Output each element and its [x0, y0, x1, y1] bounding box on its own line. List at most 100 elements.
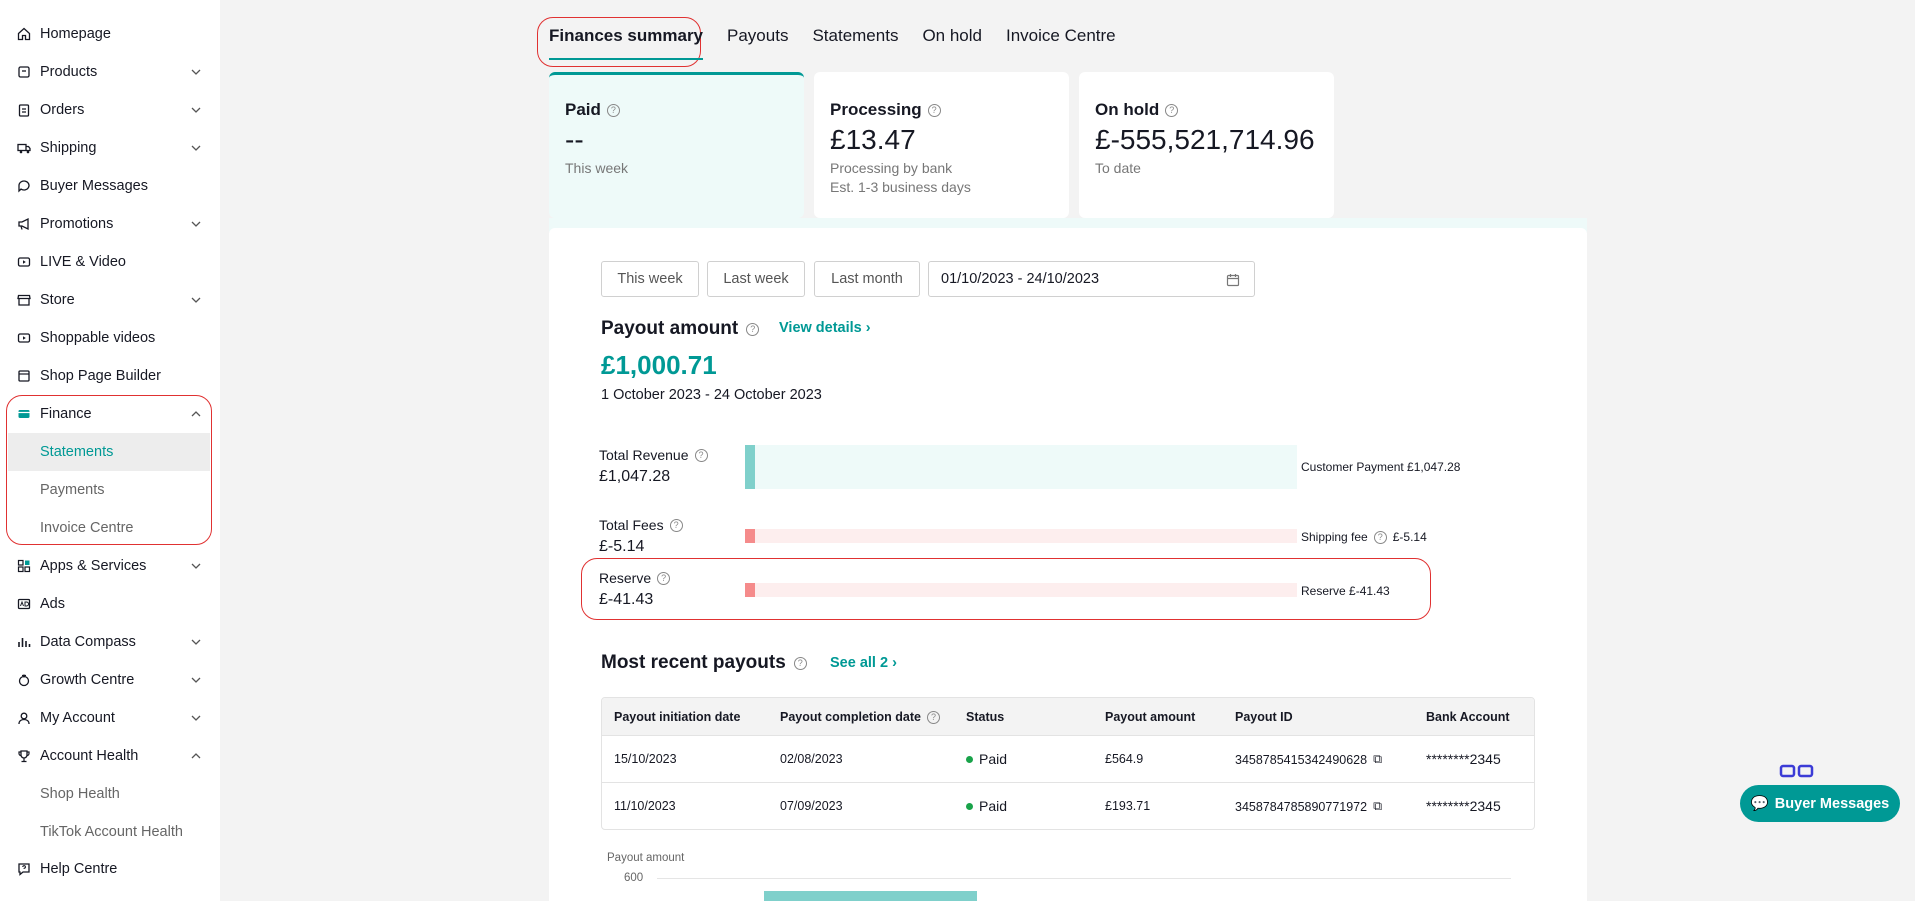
on-hold-value: £-555,521,714.96	[1095, 124, 1315, 155]
revenue-bar	[745, 445, 755, 489]
sidebar-item-apps-services[interactable]: Apps & Services	[0, 547, 220, 585]
megaphone-icon	[17, 217, 31, 231]
row-payout-id: 3458784785890771972	[1235, 799, 1368, 814]
info-icon[interactable]: ?	[746, 322, 760, 336]
chart-gridline	[657, 878, 1511, 879]
ads-icon	[17, 597, 31, 611]
chevron-up-icon	[191, 753, 201, 759]
sidebar-item-buyer-messages[interactable]: Buyer Messages	[0, 167, 220, 205]
tab-finances-summary[interactable]: Finances summary	[549, 26, 704, 60]
paid-title: Paid	[565, 100, 601, 119]
sidebar-item-data-compass[interactable]: Data Compass	[0, 623, 220, 661]
grid-icon[interactable]	[1779, 764, 1815, 786]
fees-bar-track	[745, 529, 1297, 543]
status-badge: Paid	[979, 751, 1008, 767]
help-icon	[17, 862, 31, 876]
total-revenue-value: £1,047.28	[599, 468, 671, 485]
row-amount: £193.71	[1105, 799, 1151, 813]
row-completion-date: 07/09/2023	[780, 799, 843, 813]
chat-icon	[17, 179, 31, 193]
row-payout-id: 3458785415342490628	[1235, 752, 1368, 767]
sidebar-item-growth-centre[interactable]: Growth Centre	[0, 661, 220, 699]
col-bank-account: Bank Account	[1426, 710, 1510, 724]
chevron-right-icon: ›	[892, 655, 897, 671]
date-range-picker[interactable]: 01/10/2023 - 24/10/2023	[928, 261, 1255, 297]
payout-title: Payout amount	[601, 318, 739, 339]
copy-icon[interactable]: ⧉	[1373, 799, 1382, 814]
sidebar-item-live-video[interactable]: LIVE & Video	[0, 243, 220, 281]
info-icon[interactable]: ?	[694, 448, 708, 462]
shipping-fee-label: Shipping fee	[1301, 530, 1368, 544]
video-icon	[17, 331, 31, 345]
tab-invoice-centre[interactable]: Invoice Centre	[1006, 26, 1116, 52]
sidebar-item-account-health[interactable]: Account Health	[0, 737, 220, 775]
sidebar-item-homepage[interactable]: Homepage	[0, 15, 220, 53]
copy-icon[interactable]: ⧉	[1373, 752, 1382, 767]
processing-title: Processing	[830, 100, 922, 119]
chevron-down-icon	[191, 221, 201, 227]
last-month-button[interactable]: Last month	[814, 261, 920, 297]
sidebar-item-store[interactable]: Store	[0, 281, 220, 319]
on-hold-title: On hold	[1095, 100, 1160, 119]
shipping-fee-value: £-5.14	[1392, 530, 1427, 544]
reserve-highlight	[581, 558, 1431, 620]
video-icon	[17, 255, 31, 269]
col-initiation-date: Payout initiation date	[614, 710, 741, 724]
info-icon[interactable]: ?	[927, 103, 941, 117]
page-icon	[17, 369, 31, 383]
sidebar-item-shipping[interactable]: Shipping	[0, 129, 220, 167]
sidebar-item-help-centre[interactable]: Help Centre	[0, 850, 220, 888]
row-bank-account: ********2345	[1426, 751, 1501, 767]
truck-icon	[17, 141, 31, 155]
table-row[interactable]: 15/10/2023 02/08/2023 Paid £564.9 345878…	[602, 736, 1534, 783]
status-dot	[966, 755, 973, 763]
buyer-messages-button[interactable]: 💬 Buyer Messages	[1740, 785, 1900, 822]
col-completion-date: Payout completion date	[780, 710, 921, 724]
info-icon[interactable]: ?	[606, 103, 620, 117]
home-icon	[17, 27, 31, 41]
paid-card[interactable]: Paid? -- This week	[549, 72, 804, 218]
tab-payouts[interactable]: Payouts	[727, 26, 788, 52]
sidebar-item-my-account[interactable]: My Account	[0, 699, 220, 737]
info-icon[interactable]: ?	[793, 656, 807, 670]
info-icon[interactable]: ?	[927, 710, 940, 724]
col-payout-amount: Payout amount	[1105, 710, 1196, 724]
view-details-link[interactable]: View details ›	[779, 320, 871, 336]
sidebar-item-shop-page-builder[interactable]: Shop Page Builder	[0, 357, 220, 395]
processing-card[interactable]: Processing? £13.47 Processing by bank Es…	[814, 72, 1069, 218]
calendar-icon	[1226, 274, 1240, 287]
col-status: Status	[966, 710, 1005, 724]
row-completion-date: 02/08/2023	[780, 752, 843, 766]
chevron-down-icon	[191, 69, 201, 75]
tab-bar: Finances summary Payouts Statements On h…	[549, 26, 1140, 60]
sidebar-item-orders[interactable]: Orders	[0, 91, 220, 129]
sidebar-item-shoppable-videos[interactable]: Shoppable videos	[0, 319, 220, 357]
sidebar-item-products[interactable]: Products	[0, 53, 220, 91]
info-icon[interactable]: ?	[1165, 103, 1179, 117]
tab-on-hold[interactable]: On hold	[922, 26, 982, 52]
tab-statements[interactable]: Statements	[812, 26, 898, 52]
chart-tick-label: 600	[624, 872, 644, 884]
chevron-down-icon	[191, 677, 201, 683]
processing-sub: Processing by bank	[830, 160, 953, 176]
sidebar-item-promotions[interactable]: Promotions	[0, 205, 220, 243]
status-badge: Paid	[979, 798, 1008, 814]
buyer-messages-label: Buyer Messages	[1774, 795, 1890, 812]
chevron-down-icon	[191, 297, 201, 303]
paid-sub: This week	[565, 160, 629, 176]
sidebar-item-tiktok-account-health[interactable]: TikTok Account Health	[8, 813, 210, 851]
processing-value: £13.47	[830, 124, 916, 155]
sidebar-item-ads[interactable]: Ads	[0, 585, 220, 623]
last-week-button[interactable]: Last week	[707, 261, 805, 297]
row-bank-account: ********2345	[1426, 798, 1501, 814]
info-icon[interactable]: ?	[669, 518, 683, 532]
see-all-link[interactable]: See all 2 ›	[830, 655, 897, 671]
chevron-right-icon: ›	[865, 320, 871, 336]
this-week-button[interactable]: This week	[601, 261, 699, 297]
chevron-down-icon	[191, 145, 201, 151]
table-row[interactable]: 11/10/2023 07/09/2023 Paid £193.71 34587…	[602, 783, 1534, 829]
on-hold-card[interactable]: On hold? £-555,521,714.96 To date	[1079, 72, 1334, 218]
growth-icon	[17, 673, 31, 687]
info-icon[interactable]: ?	[1373, 530, 1387, 544]
sidebar-item-shop-health[interactable]: Shop Health	[8, 775, 210, 813]
